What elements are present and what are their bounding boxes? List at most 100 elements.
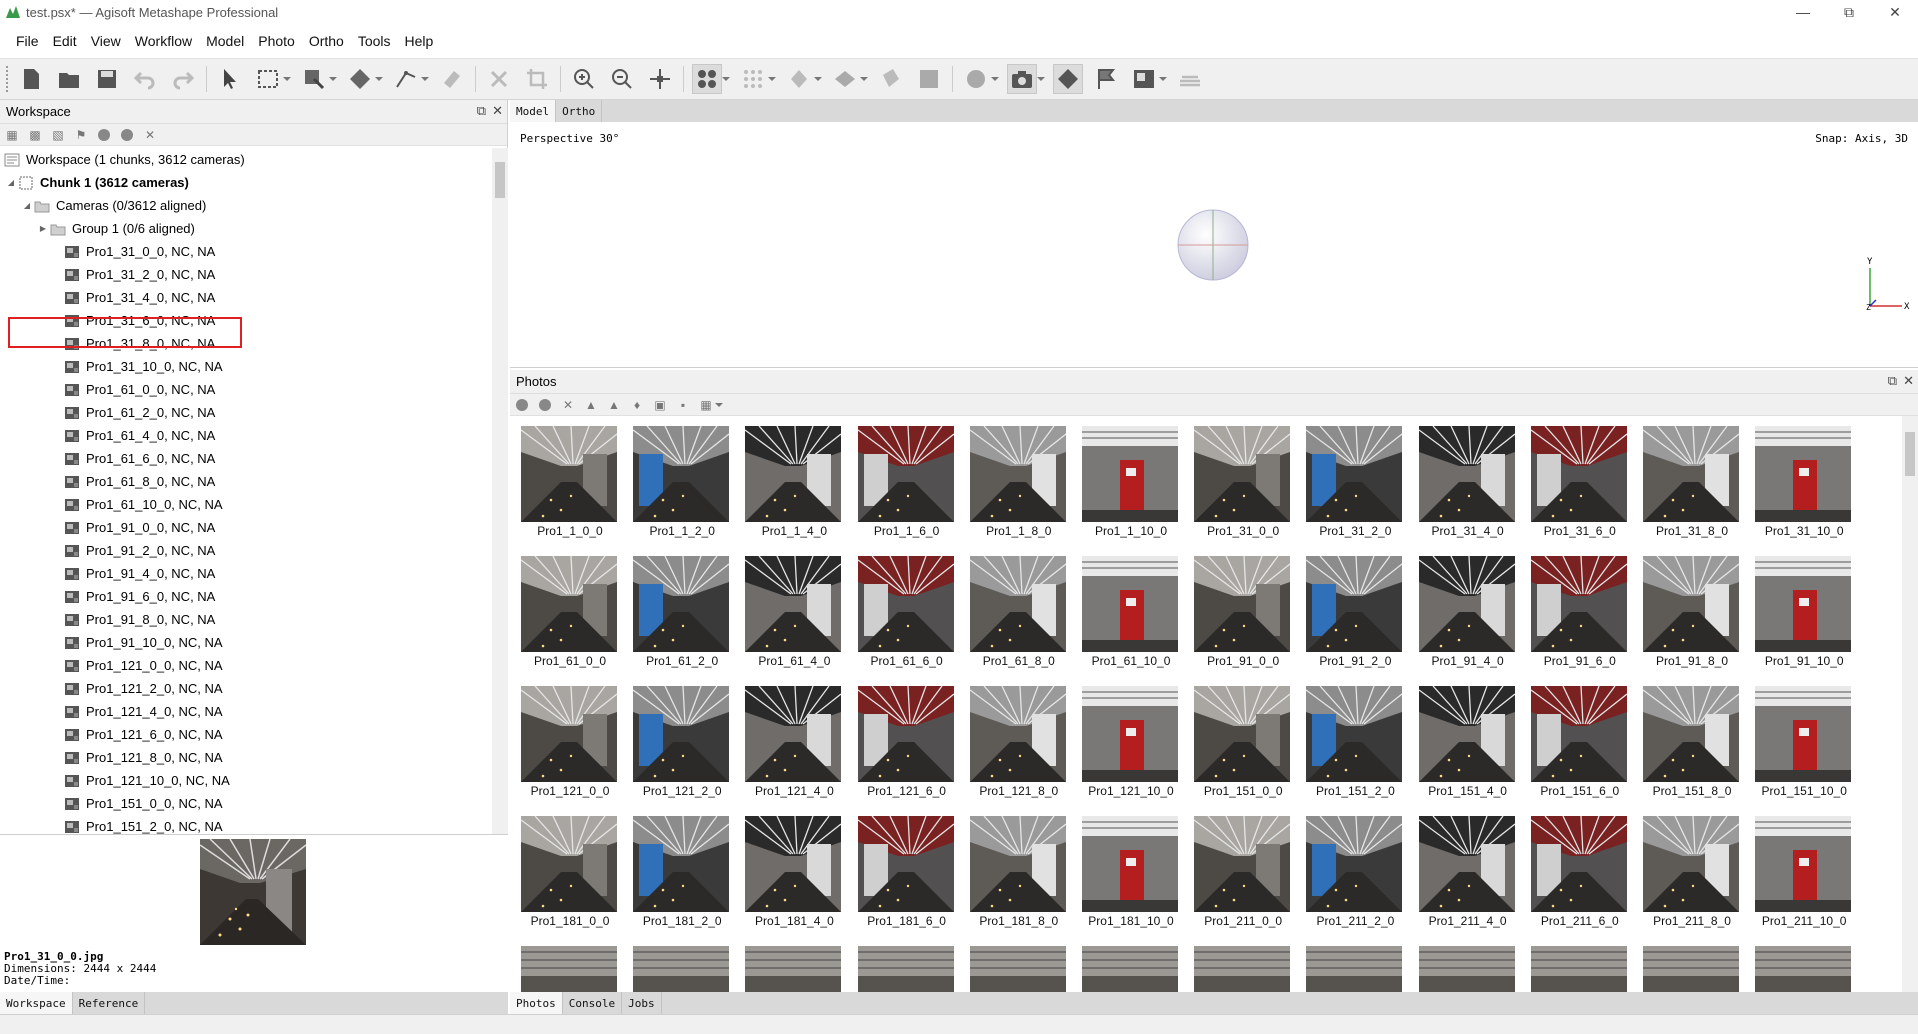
camera-list-item[interactable]: Pro1_91_2_0, NC, NA xyxy=(0,539,492,562)
tab-reference[interactable]: Reference xyxy=(73,992,146,1014)
ruler-button[interactable] xyxy=(391,64,421,94)
close-button[interactable]: ✕ xyxy=(1872,0,1918,24)
photo-thumbnail[interactable]: Pro1_31_2_0 xyxy=(1303,426,1403,546)
photo-thumbnail[interactable]: Pro1_121_10_0 xyxy=(1079,686,1179,806)
add-photos-icon[interactable]: ▩ xyxy=(27,127,43,143)
photo-thumbnail[interactable]: Pro1_91_4_0 xyxy=(1416,556,1516,676)
expand-icon[interactable]: ▶ xyxy=(36,224,50,233)
photo-thumbnail[interactable] xyxy=(1303,946,1403,992)
photo-thumbnail[interactable]: Pro1_121_2_0 xyxy=(630,686,730,806)
menu-ortho[interactable]: Ortho xyxy=(307,33,356,49)
tab-jobs[interactable]: Jobs xyxy=(622,992,662,1014)
minimize-button[interactable]: — xyxy=(1780,0,1826,24)
photo-thumbnail[interactable] xyxy=(518,946,618,992)
camera-list-item[interactable]: Pro1_61_6_0, NC, NA xyxy=(0,447,492,470)
photo-thumbnail[interactable]: Pro1_1_6_0 xyxy=(855,426,955,546)
photo-thumbnail[interactable] xyxy=(855,946,955,992)
toolbar-grip[interactable] xyxy=(6,66,10,92)
new-button[interactable] xyxy=(16,64,46,94)
photo-thumbnail[interactable] xyxy=(1640,946,1740,992)
camera-list-item[interactable]: Pro1_151_2_0, NC, NA xyxy=(0,815,492,834)
tab-workspace[interactable]: Workspace xyxy=(0,992,73,1014)
ruler-dropdown[interactable] xyxy=(421,64,429,94)
resize-region-dropdown[interactable] xyxy=(329,64,337,94)
show-dense-button[interactable] xyxy=(784,64,814,94)
menu-help[interactable]: Help xyxy=(403,33,446,49)
restore-button[interactable]: ⧉ xyxy=(1826,0,1872,24)
crop-button[interactable] xyxy=(522,64,552,94)
show-points-button[interactable] xyxy=(738,64,768,94)
photo-thumbnail[interactable] xyxy=(1528,946,1628,992)
photo-thumbnail[interactable] xyxy=(1416,946,1516,992)
photo-thumbnail[interactable]: Pro1_211_10_0 xyxy=(1752,816,1852,936)
photo-thumbnail[interactable]: Pro1_1_8_0 xyxy=(967,426,1067,546)
menu-view[interactable]: View xyxy=(89,33,133,49)
photo-thumbnail[interactable]: Pro1_181_8_0 xyxy=(967,816,1067,936)
tree-root[interactable]: Workspace (1 chunks, 3612 cameras) xyxy=(0,148,492,171)
photo-thumbnail[interactable]: Pro1_121_6_0 xyxy=(855,686,955,806)
photo-thumbnail[interactable]: Pro1_31_4_0 xyxy=(1416,426,1516,546)
tree-chunk[interactable]: ◢ Chunk 1 (3612 cameras) xyxy=(0,171,492,194)
menu-tools[interactable]: Tools xyxy=(356,33,403,49)
rect-select-dropdown[interactable] xyxy=(283,64,291,94)
photo-thumbnail[interactable]: Pro1_1_10_0 xyxy=(1079,426,1179,546)
photo-thumbnail[interactable]: Pro1_181_4_0 xyxy=(742,816,842,936)
photo-thumbnail[interactable]: Pro1_121_4_0 xyxy=(742,686,842,806)
view-mode-icon[interactable]: ▣ xyxy=(652,397,668,413)
show-cameras-dropdown[interactable] xyxy=(722,64,730,94)
collapse-icon[interactable]: ◢ xyxy=(20,201,34,210)
menu-edit[interactable]: Edit xyxy=(51,33,89,49)
tree-scrollbar[interactable] xyxy=(492,148,508,834)
model-viewport[interactable]: Perspective 30° Snap: Axis, 3D Y X Z xyxy=(510,122,1918,368)
photo-thumbnail[interactable]: Pro1_61_8_0 xyxy=(967,556,1067,676)
show-mesh-dropdown[interactable] xyxy=(860,64,868,94)
add-chunk-icon[interactable]: ▦ xyxy=(4,127,20,143)
camera-list-item[interactable]: Pro1_121_6_0, NC, NA xyxy=(0,723,492,746)
camera-list-item[interactable]: Pro1_121_10_0, NC, NA xyxy=(0,769,492,792)
photo-thumbnail[interactable]: Pro1_211_0_0 xyxy=(1191,816,1291,936)
tree-group[interactable]: ▶ Group 1 (0/6 aligned) xyxy=(0,217,492,240)
photo-thumbnail[interactable]: Pro1_91_8_0 xyxy=(1640,556,1740,676)
camera-list-item[interactable]: Pro1_151_0_0, NC, NA xyxy=(0,792,492,815)
tab-ortho[interactable]: Ortho xyxy=(556,100,603,122)
photo-thumbnail[interactable]: Pro1_181_6_0 xyxy=(855,816,955,936)
camera-list-item[interactable]: Pro1_61_0_0, NC, NA xyxy=(0,378,492,401)
camera-list-item[interactable]: Pro1_91_4_0, NC, NA xyxy=(0,562,492,585)
thumbnail-size-icon[interactable]: ▪ xyxy=(675,397,691,413)
photo-thumbnail[interactable]: Pro1_1_2_0 xyxy=(630,426,730,546)
photo-thumbnail[interactable]: Pro1_91_0_0 xyxy=(1191,556,1291,676)
image-button[interactable] xyxy=(1129,64,1159,94)
camera-list-item[interactable]: Pro1_91_0_0, NC, NA xyxy=(0,516,492,539)
photo-thumbnail[interactable] xyxy=(1191,946,1291,992)
zoom-out-button[interactable] xyxy=(607,64,637,94)
add-folder-icon[interactable]: ▧ xyxy=(50,127,66,143)
camera-list-item[interactable]: Pro1_61_2_0, NC, NA xyxy=(0,401,492,424)
photo-thumbnail[interactable]: Pro1_31_8_0 xyxy=(1640,426,1740,546)
camera-list-item[interactable]: Pro1_121_2_0, NC, NA xyxy=(0,677,492,700)
photo-thumbnail[interactable] xyxy=(742,946,842,992)
photo-thumbnail[interactable]: Pro1_31_10_0 xyxy=(1752,426,1852,546)
redo-button[interactable] xyxy=(168,64,198,94)
photo-thumbnail[interactable]: Pro1_181_2_0 xyxy=(630,816,730,936)
photo-thumbnail[interactable]: Pro1_31_0_0 xyxy=(1191,426,1291,546)
camera-button[interactable] xyxy=(1007,64,1037,94)
rotate-left-icon[interactable]: ▲ xyxy=(583,397,599,413)
photo-thumbnail[interactable]: Pro1_91_6_0 xyxy=(1528,556,1628,676)
menu-workflow[interactable]: Workflow xyxy=(133,33,204,49)
photo-thumbnail[interactable]: Pro1_61_6_0 xyxy=(855,556,955,676)
show-texture-button[interactable] xyxy=(876,64,906,94)
trackball-icon[interactable] xyxy=(1176,208,1250,282)
show-dense-dropdown[interactable] xyxy=(814,64,822,94)
show-points-dropdown[interactable] xyxy=(768,64,776,94)
collapse-icon[interactable]: ◢ xyxy=(4,178,18,187)
scroll-thumb[interactable] xyxy=(495,162,505,198)
photo-thumbnail[interactable]: Pro1_181_0_0 xyxy=(518,816,618,936)
menu-photo[interactable]: Photo xyxy=(256,33,307,49)
markers-button[interactable] xyxy=(1091,64,1121,94)
sphere-button[interactable] xyxy=(961,64,991,94)
photos-scrollbar[interactable] xyxy=(1902,416,1918,992)
camera-list-item[interactable]: Pro1_91_8_0, NC, NA xyxy=(0,608,492,631)
photo-thumbnail[interactable]: Pro1_61_2_0 xyxy=(630,556,730,676)
photo-thumbnail[interactable]: Pro1_31_6_0 xyxy=(1528,426,1628,546)
photo-thumbnail[interactable]: Pro1_151_8_0 xyxy=(1640,686,1740,806)
